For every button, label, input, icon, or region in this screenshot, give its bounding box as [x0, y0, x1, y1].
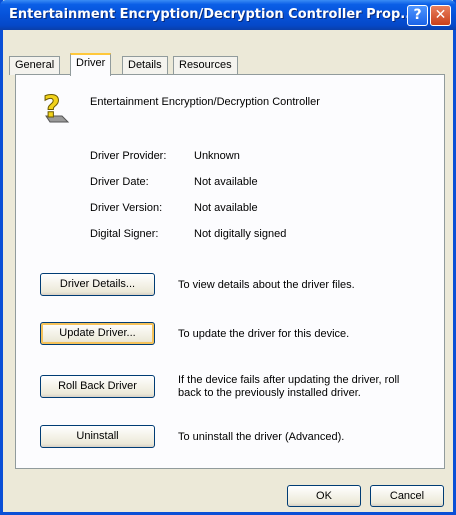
ok-button[interactable]: OK: [287, 485, 361, 507]
tab-driver[interactable]: Driver: [70, 53, 112, 76]
driver-details-button[interactable]: Driver Details...: [40, 273, 155, 296]
driver-version-label: Driver Version:: [90, 202, 163, 214]
digital-signer-value: Not digitally signed: [194, 228, 287, 240]
window-title: Entertainment Encryption/Decryption Cont…: [9, 7, 416, 22]
roll-back-driver-button[interactable]: Roll Back Driver: [40, 375, 155, 398]
device-name: Entertainment Encryption/Decryption Cont…: [90, 96, 320, 108]
uninstall-button[interactable]: Uninstall: [40, 425, 155, 448]
tab-resources[interactable]: Resources: [173, 56, 238, 75]
uninstall-description: To uninstall the driver (Advanced).: [178, 431, 345, 443]
driver-version-value: Not available: [194, 202, 258, 214]
update-driver-button[interactable]: Update Driver...: [40, 322, 155, 345]
driver-provider-label: Driver Provider:: [90, 150, 167, 162]
driver-date-value: Not available: [194, 176, 258, 188]
unknown-device-icon: ?: [43, 90, 70, 126]
tab-details[interactable]: Details: [122, 56, 168, 75]
roll-back-driver-description: If the device fails after updating the d…: [178, 374, 400, 399]
cancel-button[interactable]: Cancel: [370, 485, 444, 507]
digital-signer-label: Digital Signer:: [90, 228, 159, 240]
help-icon[interactable]: ?: [407, 5, 428, 26]
title-bar[interactable]: Entertainment Encryption/Decryption Cont…: [0, 0, 456, 30]
tab-general[interactable]: General: [9, 56, 61, 75]
update-driver-description: To update the driver for this device.: [178, 328, 350, 340]
svg-text:?: ?: [43, 90, 60, 125]
driver-date-label: Driver Date:: [90, 176, 149, 188]
driver-details-description: To view details about the driver files.: [178, 279, 355, 291]
driver-provider-value: Unknown: [194, 150, 240, 162]
properties-dialog: Entertainment Encryption/Decryption Cont…: [0, 0, 456, 515]
close-icon[interactable]: ✕: [430, 5, 451, 26]
driver-tab-panel: ? Entertainment Encryption/Decryption Co…: [15, 74, 445, 469]
